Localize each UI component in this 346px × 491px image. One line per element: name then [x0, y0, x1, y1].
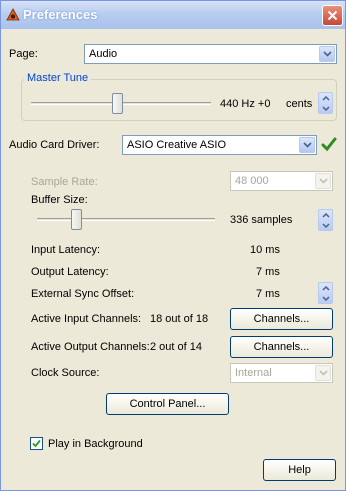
spin-up-icon[interactable] — [322, 286, 330, 291]
checkmark-icon — [321, 137, 337, 152]
close-button[interactable] — [322, 5, 343, 26]
buffer-size-label: Buffer Size: — [31, 194, 88, 206]
chevron-down-icon — [315, 365, 331, 381]
master-tune-unit: cents — [286, 98, 313, 110]
spin-down-icon[interactable] — [322, 106, 330, 111]
driver-label: Audio Card Driver: — [9, 139, 100, 151]
clock-source-select: Internal — [230, 363, 333, 383]
input-latency-value: 10 ms — [250, 244, 280, 256]
clock-source-label: Clock Source: — [31, 367, 100, 379]
master-tune-slider-thumb[interactable] — [112, 93, 123, 114]
input-channels-label: Active Input Channels: — [31, 313, 142, 325]
sample-rate-value: 48 000 — [235, 175, 269, 187]
chevron-down-icon[interactable] — [319, 46, 335, 62]
page-label: Page: — [9, 48, 38, 60]
clock-source-value: Internal — [235, 367, 272, 379]
sample-rate-select: 48 000 — [230, 171, 333, 191]
spin-down-icon[interactable] — [322, 296, 330, 301]
output-latency-label: Output Latency: — [31, 266, 109, 278]
master-tune-value: 440 Hz +0 — [220, 98, 271, 110]
sync-offset-value: 7 ms — [256, 288, 280, 300]
buffer-size-value: 336 samples — [230, 214, 293, 226]
play-background-label: Play in Background — [48, 438, 143, 450]
sample-rate-label: Sample Rate: — [31, 176, 98, 188]
master-tune-spinner[interactable] — [318, 92, 333, 114]
output-channels-button[interactable]: Channels... — [230, 336, 333, 358]
buffer-size-spinner[interactable] — [318, 209, 333, 231]
output-latency-value: 7 ms — [256, 266, 280, 278]
title-bar[interactable]: Preferences — [1, 1, 345, 29]
buffer-size-slider-thumb[interactable] — [71, 209, 82, 230]
app-logo-icon — [6, 8, 20, 21]
page-select[interactable]: Audio — [84, 44, 337, 64]
sync-offset-label: External Sync Offset: — [31, 288, 135, 300]
help-button[interactable]: Help — [263, 459, 336, 481]
sync-offset-spinner[interactable] — [318, 282, 333, 304]
page-select-value: Audio — [89, 48, 118, 60]
play-background-checkbox[interactable] — [30, 437, 43, 450]
chevron-down-icon[interactable] — [299, 137, 315, 153]
window-title: Preferences — [23, 7, 98, 22]
master-tune-title: Master Tune — [24, 72, 92, 84]
preferences-window: Preferences Page: Audio Master Tune 440 … — [0, 0, 346, 491]
control-panel-button[interactable]: Control Panel... — [106, 393, 229, 415]
output-channels-label: Active Output Channels: — [31, 341, 150, 353]
input-latency-label: Input Latency: — [31, 244, 101, 256]
spin-up-icon[interactable] — [322, 213, 330, 218]
close-icon — [327, 10, 338, 21]
spin-up-icon[interactable] — [322, 96, 330, 101]
buffer-size-track[interactable] — [37, 218, 215, 221]
checkmark-icon — [32, 439, 41, 448]
chevron-down-icon — [315, 173, 331, 189]
output-channels-value: 2 out of 14 — [150, 341, 202, 353]
spin-down-icon[interactable] — [322, 223, 330, 228]
input-channels-button[interactable]: Channels... — [230, 308, 333, 330]
input-channels-value: 18 out of 18 — [150, 313, 209, 325]
driver-select[interactable]: ASIO Creative ASIO — [122, 135, 317, 155]
driver-select-value: ASIO Creative ASIO — [127, 139, 227, 151]
